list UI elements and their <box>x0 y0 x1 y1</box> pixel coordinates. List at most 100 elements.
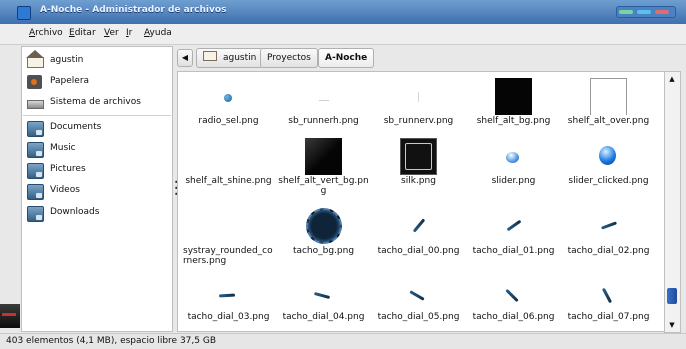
vertical-scrollbar[interactable]: ▲ ▼ <box>664 71 681 333</box>
scrollbar-thumb[interactable] <box>667 288 677 304</box>
chevron-left-icon[interactable]: ◀ <box>177 49 193 67</box>
file-name: slider_clicked.png <box>568 176 649 186</box>
file-thumbnail <box>466 206 561 246</box>
folder-icon <box>27 206 44 222</box>
scroll-down-icon[interactable]: ▼ <box>667 320 677 330</box>
file-item[interactable]: systray_rounded_corners.png <box>181 204 276 266</box>
file-item[interactable]: shelf_alt_bg.png <box>466 74 561 134</box>
file-item[interactable]: shelf_alt_shine.png <box>181 134 276 194</box>
desktop-background <box>0 304 20 328</box>
file-name: sb_runnerv.png <box>383 116 454 126</box>
file-name: silk.png <box>401 176 436 186</box>
file-item[interactable]: shelf_alt_vert_bg.png <box>276 134 371 196</box>
file-name: tacho_bg.png <box>292 246 355 256</box>
status-text: 403 elementos (4,1 MB), espacio libre 37… <box>6 336 216 346</box>
sidebar-item-agustin[interactable]: agustin <box>22 50 172 71</box>
breadcrumb-agustin[interactable]: agustin <box>196 48 264 68</box>
file-item[interactable]: tacho_dial_01.png <box>466 204 561 264</box>
sidebar-item-downloads[interactable]: Downloads <box>22 203 172 223</box>
file-thumbnail <box>371 136 466 176</box>
sidebar-divider <box>23 115 171 116</box>
minimize-button[interactable] <box>619 10 633 14</box>
file-item[interactable]: tacho_dial_05.png <box>371 270 466 330</box>
close-button[interactable] <box>655 10 669 14</box>
menu-archivo[interactable]: Archivo <box>29 28 63 38</box>
file-item[interactable]: sb_runnerh.png <box>276 74 371 134</box>
menu-bar: Archivo Editar Ver Ir Ayuda <box>0 24 686 45</box>
file-thumbnail <box>276 76 371 116</box>
window-controls[interactable] <box>616 6 676 18</box>
folder-icon <box>27 142 44 158</box>
file-thumbnail <box>466 272 561 312</box>
breadcrumb-label: agustin <box>223 53 257 63</box>
file-thumbnail <box>466 76 561 116</box>
sidebar-item-label: Music <box>50 143 76 153</box>
file-thumbnail <box>276 136 371 176</box>
breadcrumb-a-noche[interactable]: A-Noche <box>318 48 375 68</box>
breadcrumb-label: Proyectos <box>267 53 311 63</box>
sidebar-item-label: agustin <box>50 55 84 65</box>
title-bar: A-Noche - Administrador de archivos <box>0 0 686 25</box>
file-item[interactable]: sb_runnerv.png <box>371 74 466 134</box>
file-name: shelf_alt_over.png <box>567 116 650 126</box>
file-view: radio_sel.png sb_runnerh.png sb_runnerv.… <box>177 71 666 332</box>
sidebar-item-papelera[interactable]: Papelera <box>22 72 172 92</box>
sidebar-item-label: Papelera <box>50 76 90 86</box>
file-item[interactable]: radio_sel.png <box>181 74 276 134</box>
file-name: tacho_dial_04.png <box>282 312 365 322</box>
file-name: tacho_dial_05.png <box>377 312 460 322</box>
menu-ayuda[interactable]: Ayuda <box>144 28 172 38</box>
breadcrumb-proyectos[interactable]: Proyectos <box>260 48 318 68</box>
sidebar-item-label: Downloads <box>50 207 100 217</box>
file-thumbnail <box>276 206 371 246</box>
file-thumbnail <box>466 136 561 176</box>
file-thumbnail <box>371 206 466 246</box>
file-thumbnail <box>181 76 276 116</box>
sidebar-item-videos[interactable]: Videos <box>22 181 172 201</box>
file-item[interactable]: slider.png <box>466 134 561 194</box>
sidebar-item-pictures[interactable]: Pictures <box>22 160 172 180</box>
sidebar-item-label: Videos <box>50 185 80 195</box>
file-item[interactable]: silk.png <box>371 134 466 194</box>
trash-icon <box>27 75 42 89</box>
file-name: slider.png <box>491 176 536 186</box>
file-thumbnail <box>371 76 466 116</box>
file-thumbnail <box>561 136 656 176</box>
file-thumbnail <box>371 272 466 312</box>
folder-icon <box>27 121 44 137</box>
file-item[interactable]: tacho_dial_02.png <box>561 204 656 264</box>
file-item[interactable]: tacho_bg.png <box>276 204 371 264</box>
menu-editar[interactable]: Editar <box>69 28 96 38</box>
folder-icon <box>27 184 44 200</box>
file-thumbnail <box>181 272 276 312</box>
file-item[interactable]: tacho_dial_06.png <box>466 270 561 330</box>
scroll-up-icon[interactable]: ▲ <box>667 74 677 84</box>
sidebar-item-music[interactable]: Music <box>22 139 172 159</box>
file-thumbnail <box>561 206 656 246</box>
folder-icon <box>27 163 44 179</box>
file-name: shelf_alt_vert_bg.png <box>278 176 369 196</box>
file-item[interactable]: tacho_dial_03.png <box>181 270 276 330</box>
sidebar-item-documents[interactable]: Documents <box>22 118 172 138</box>
maximize-button[interactable] <box>637 10 651 14</box>
menu-ir[interactable]: Ir <box>126 28 132 38</box>
file-name: tacho_dial_06.png <box>472 312 555 322</box>
file-item[interactable]: tacho_dial_07.png <box>561 270 656 330</box>
file-name: tacho_dial_02.png <box>567 246 650 256</box>
file-name: systray_rounded_corners.png <box>183 246 273 266</box>
menu-ver[interactable]: Ver <box>104 28 119 38</box>
file-item[interactable]: slider_clicked.png <box>561 134 656 194</box>
file-name: sb_runnerh.png <box>288 116 359 126</box>
home-icon <box>26 50 44 68</box>
location-bar: ◀ agustin Proyectos A-Noche <box>175 46 681 70</box>
file-item[interactable]: tacho_dial_04.png <box>276 270 371 330</box>
file-thumbnail <box>561 76 656 116</box>
file-thumbnail <box>276 272 371 312</box>
file-name: tacho_dial_03.png <box>187 312 270 322</box>
sidebar-item-label: Sistema de archivos <box>50 97 141 107</box>
file-item[interactable]: shelf_alt_over.png <box>561 74 656 134</box>
sidebar-item-filesystem[interactable]: Sistema de archivos <box>22 93 172 113</box>
window-title: A-Noche - Administrador de archivos <box>40 5 227 15</box>
file-item[interactable]: tacho_dial_00.png <box>371 204 466 264</box>
sidebar-item-label: Pictures <box>50 164 86 174</box>
